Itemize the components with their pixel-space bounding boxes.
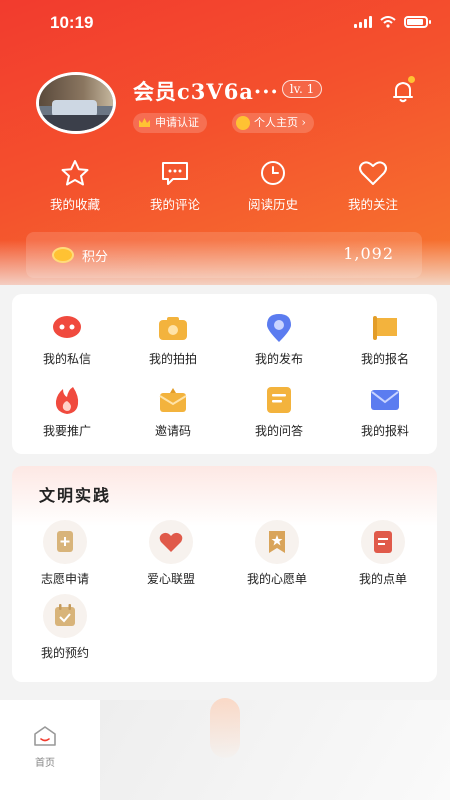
service-my-qa[interactable]: 我的问答 — [226, 384, 332, 439]
service-label: 我的私信 — [42, 352, 91, 366]
coin-icon — [52, 247, 74, 263]
service-label: 邀请码 — [154, 424, 191, 438]
avatar[interactable] — [36, 72, 116, 134]
service-private-messages[interactable]: 我的私信 — [14, 312, 120, 367]
service-my-photos[interactable]: 我的拍拍 — [120, 312, 226, 367]
my-orders[interactable]: 我的点单 — [330, 520, 436, 587]
points-value: 1,092 — [343, 244, 394, 263]
service-label: 我的发布 — [254, 352, 303, 366]
service-promote[interactable]: 我要推广 — [14, 384, 120, 439]
apply-certification-label: 申请认证 — [155, 116, 199, 129]
clock-icon — [261, 161, 285, 185]
civilization-practice-card: 文明实践 志愿申请 爱心联盟 我的心愿单 我的点单 我的预约 — [12, 466, 437, 682]
service-invite-code[interactable]: 邀请码 — [120, 384, 226, 439]
service-my-registrations[interactable]: 我的报名 — [332, 312, 438, 367]
quick-following[interactable]: 我的关注 — [328, 158, 418, 213]
service-label: 我要推广 — [42, 424, 91, 438]
tab-home[interactable]: 首页 — [26, 724, 64, 769]
signal-icon — [354, 16, 372, 28]
tab-home-label: 首页 — [35, 758, 55, 769]
service-my-posts[interactable]: 我的发布 — [226, 312, 332, 367]
crown-icon — [139, 118, 150, 127]
services-card: 我的私信 我的拍拍 我的发布 我的报名 我要推广 邀请码 我的问答 我的报料 — [12, 294, 437, 454]
quick-reading-history-label: 阅读历史 — [247, 197, 298, 212]
username[interactable]: 会员c3V6a··· — [133, 76, 279, 106]
star-icon — [61, 160, 89, 186]
volunteer-apply[interactable]: 志愿申请 — [12, 520, 118, 587]
quick-favorites[interactable]: 我的收藏 — [30, 158, 120, 213]
service-label: 我的问答 — [254, 424, 303, 438]
service-label: 我的报名 — [360, 352, 409, 366]
notification-dot — [408, 76, 415, 83]
notification-bell-icon[interactable] — [388, 76, 418, 106]
mail-icon — [369, 384, 401, 416]
comment-icon — [162, 162, 188, 185]
my-appointments[interactable]: 我的预约 — [12, 594, 118, 661]
civ-item-label: 我的预约 — [40, 646, 89, 660]
service-my-tips[interactable]: 我的报料 — [332, 384, 438, 439]
flag-icon — [369, 312, 401, 344]
personal-homepage-label: 个人主页 › — [254, 116, 306, 129]
homepage-icon — [236, 116, 250, 130]
status-icons — [354, 16, 431, 28]
status-bar: 10:19 — [0, 0, 450, 48]
personal-homepage-button[interactable]: 个人主页 › — [232, 113, 314, 133]
quick-following-label: 我的关注 — [347, 197, 398, 212]
list-icon — [361, 520, 405, 564]
quick-favorites-label: 我的收藏 — [49, 197, 100, 212]
note-icon — [263, 384, 295, 416]
civ-item-label: 我的点单 — [358, 572, 407, 586]
points-label: 积分 — [82, 250, 109, 265]
battery-icon — [404, 16, 431, 28]
tabbar-overlay — [100, 700, 450, 800]
add-doc-icon — [43, 520, 87, 564]
gift-icon — [157, 384, 189, 416]
quick-reading-history[interactable]: 阅读历史 — [228, 158, 318, 213]
service-label: 我的报料 — [360, 424, 409, 438]
love-alliance[interactable]: 爱心联盟 — [118, 520, 224, 587]
heart-icon — [149, 520, 193, 564]
civ-item-label: 爱心联盟 — [146, 572, 195, 586]
civ-item-label: 我的心愿单 — [246, 572, 307, 586]
home-icon — [34, 726, 56, 746]
heart-icon — [359, 161, 387, 185]
message-icon — [51, 312, 83, 344]
section-title: 文明实践 — [39, 486, 112, 505]
service-label: 我的拍拍 — [148, 352, 197, 366]
points-bar[interactable]: 积分 1,092 — [26, 232, 422, 278]
status-time: 10:19 — [50, 13, 94, 32]
calendar-check-icon — [43, 594, 87, 638]
apply-certification-button[interactable]: 申请认证 — [133, 113, 207, 133]
ribbon-icon — [255, 520, 299, 564]
quick-comments-label: 我的评论 — [149, 197, 200, 212]
quick-comments[interactable]: 我的评论 — [130, 158, 220, 213]
camera-icon — [157, 312, 189, 344]
wifi-icon — [380, 16, 396, 28]
level-badge: lv. 1 — [282, 80, 322, 98]
location-pin-icon — [263, 312, 295, 344]
flame-icon — [51, 384, 83, 416]
civ-item-label: 志愿申请 — [40, 572, 89, 586]
my-wishlist[interactable]: 我的心愿单 — [224, 520, 330, 587]
tab-center-glow — [210, 698, 240, 758]
